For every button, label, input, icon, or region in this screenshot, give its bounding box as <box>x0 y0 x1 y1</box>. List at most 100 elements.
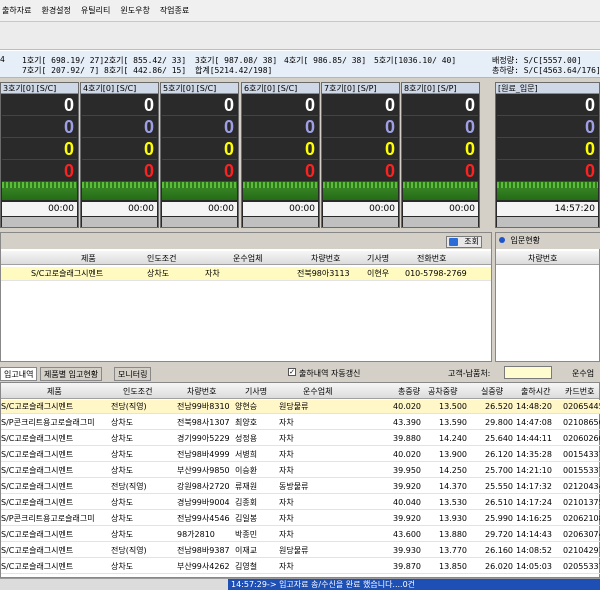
menu-settings[interactable]: 환경설정 <box>41 5 70 16</box>
col-time: 출하시간 <box>521 387 551 396</box>
table-cell: 자차 <box>279 562 294 571</box>
customer-input[interactable] <box>504 366 552 379</box>
table-row[interactable]: S/P콘크리트용고로슬래그미 상차도 전북98사1307 최양호 자차 43.390 13.… <box>1 416 600 431</box>
inbound-title: 입문현황 <box>510 236 540 245</box>
table-cell: 전당(직영) <box>111 546 147 555</box>
table-row[interactable]: S/C고로슬래그시멘트 상차도 경남99바9004 김종회 자차 40.040 13.530… <box>1 496 600 511</box>
table-cell: 자차 <box>279 514 294 523</box>
bay-time: 00:00 <box>162 202 237 216</box>
bay-indicator <box>243 182 318 200</box>
table-cell: 39.950 <box>393 466 421 475</box>
table-cell: S/C고로슬래그시멘트 <box>1 466 74 475</box>
bay-counter: 0 <box>403 117 478 138</box>
bay-indicator <box>403 182 478 200</box>
table-cell: 43.390 <box>393 418 421 427</box>
bay-counter: 0 <box>403 161 478 182</box>
col-vehicle: 차량번호 <box>187 387 217 396</box>
pending-col-product: 제품 <box>81 254 96 263</box>
table-row[interactable]: S/C고로슬래그시멘트 전당(직영) 전남98바9387 이재교 원당물류 39.930 1… <box>1 544 600 559</box>
table-cell: 14:21:10 <box>516 466 552 475</box>
search-button[interactable]: 조회 <box>446 236 482 248</box>
table-cell: 김종회 <box>235 498 258 507</box>
bay-panel: 4호기[0] [S/C] 0 0 0 0 00:00 <box>80 82 159 228</box>
table-cell: 상차도 <box>111 434 134 443</box>
table-cell: 14:14:43 <box>516 530 552 539</box>
table-cell: 최양호 <box>235 418 258 427</box>
bay-time: 00:00 <box>323 202 398 216</box>
table-cell: 경남99바9004 <box>177 498 230 507</box>
table-cell: 양현승 <box>235 402 258 411</box>
table-cell: S/C고로슬래그시멘트 <box>1 546 74 555</box>
menu-exit[interactable]: 작업종료 <box>160 5 189 16</box>
table-cell: 25.700 <box>485 466 513 475</box>
bay-title: [원료_입문] <box>496 83 599 94</box>
table-cell: 25.990 <box>485 514 513 523</box>
table-row[interactable]: S/C고로슬래그시멘트 전당(직영) 전남99바8310 양현승 원당물류 40.020 1… <box>1 400 600 415</box>
table-cell: S/C고로슬래그시멘트 <box>1 450 74 459</box>
bay-footer <box>82 217 157 227</box>
bay-time: 14:57:20 <box>497 202 598 216</box>
col-tare: 공차중량 <box>428 387 458 396</box>
table-cell: 13.900 <box>439 450 467 459</box>
menu-utility[interactable]: 유틸리티 <box>81 5 110 16</box>
table-row[interactable]: S/C고로슬래그시멘트 상차도 98가2810 박종민 자차 43.600 13.880 29… <box>1 528 600 543</box>
table-cell: 26.510 <box>485 498 513 507</box>
menu-shipping[interactable]: 출하자료 <box>2 5 31 16</box>
table-cell: 동방물류 <box>279 482 309 491</box>
table-row[interactable]: S/C고로슬래그시멘트 상차도 경기99아5229 성정용 자차 39.880 14.240… <box>1 432 600 447</box>
table-cell: 자차 <box>279 418 294 427</box>
bay-counter: 0 <box>162 139 237 160</box>
bay-counter: 0 <box>497 139 598 160</box>
table-cell: 이재교 <box>235 546 258 555</box>
bay-counter: 0 <box>2 95 77 116</box>
table-cell: 39.870 <box>393 562 421 571</box>
search-button-label: 조회 <box>464 237 479 246</box>
tab-product-inbound[interactable]: 제품별 입고현황 <box>40 367 103 381</box>
status-message: 14:57:29-> 입고자료 송/수신을 완료 했습니다....0건 <box>228 579 600 590</box>
auto-refresh-checkbox[interactable]: ✓ <box>288 368 296 376</box>
bay-counter: 0 <box>323 139 398 160</box>
table-row[interactable]: S/P콘크리트용고로슬래그미 상차도 전남99사4546 김일봉 자차 39.920 13.… <box>1 512 600 527</box>
table-cell: 전남99사4546 <box>177 514 230 523</box>
table-cell: 자차 <box>279 498 294 507</box>
bay-counter: 0 <box>243 139 318 160</box>
table-row[interactable]: S/C고로슬래그시멘트 상차도 부산99사9850 이승환 자차 39.950 14.250… <box>1 464 600 479</box>
table-cell: 02065445 <box>563 402 600 411</box>
table-cell: 25.550 <box>485 482 513 491</box>
bay-counter: 0 <box>323 95 398 116</box>
table-cell: 02108656 <box>563 418 600 427</box>
pending-col-vehicle: 차량번호 <box>311 254 341 263</box>
pending-panel: 조회 제품 인도조건 운수업체 차량번호 기사명 전화번호 S/C고로슬래그시멘… <box>0 232 492 362</box>
lane-summary: 4 1호기[ 698.19/ 27] 2호기[ 855.42/ 33] 3호기[… <box>0 50 600 78</box>
table-row[interactable]: S/C고로슬래그시멘트 상차도 부산99사4262 김영철 자차 39.870 13.850… <box>1 560 600 575</box>
col-driver: 기사명 <box>245 387 268 396</box>
bay-title: 3호기[0] [S/C] <box>1 83 78 94</box>
table-cell: 상차도 <box>111 498 134 507</box>
menu-window[interactable]: 윈도우창 <box>120 5 149 16</box>
bay-counter: 0 <box>82 161 157 182</box>
table-cell: 전당(직영) <box>111 402 147 411</box>
table-cell: S/C고로슬래그시멘트 <box>1 434 74 443</box>
table-cell: 13.530 <box>439 498 467 507</box>
table-cell: 원당물류 <box>279 402 309 411</box>
table-cell: 성정용 <box>235 434 258 443</box>
table-cell: 02063074 <box>563 530 600 539</box>
tab-inbound[interactable]: 입고내역 <box>0 367 38 381</box>
tab-monitoring[interactable]: 모니터링 <box>114 367 152 381</box>
table-cell: 39.880 <box>393 434 421 443</box>
pending-row[interactable]: S/C고로슬래그시멘트 상차도 자차 전북98아3113 이현우 010-579… <box>1 267 491 282</box>
table-cell: 00154337 <box>563 450 600 459</box>
table-cell: 상차도 <box>111 514 134 523</box>
table-row[interactable]: S/C고로슬래그시멘트 전당(직영) 강원98사2720 류재원 동방물류 39.920 1… <box>1 480 600 495</box>
table-cell: S/C고로슬래그시멘트 <box>1 498 74 507</box>
table-row[interactable]: S/C고로슬래그시멘트 상차도 전남98바4999 서병희 자차 40.020 13.900… <box>1 448 600 463</box>
bay-counter: 0 <box>162 161 237 182</box>
table-cell: 부산99사4262 <box>177 562 230 571</box>
table-cell: 14.370 <box>439 482 467 491</box>
col-carrier: 운수업체 <box>303 387 333 396</box>
bay-footer <box>243 217 318 227</box>
bay-title: 4호기[0] [S/C] <box>81 83 158 94</box>
table-cell: 29.720 <box>485 530 513 539</box>
radio-icon <box>499 237 505 243</box>
table-cell: 14:17:24 <box>516 498 552 507</box>
